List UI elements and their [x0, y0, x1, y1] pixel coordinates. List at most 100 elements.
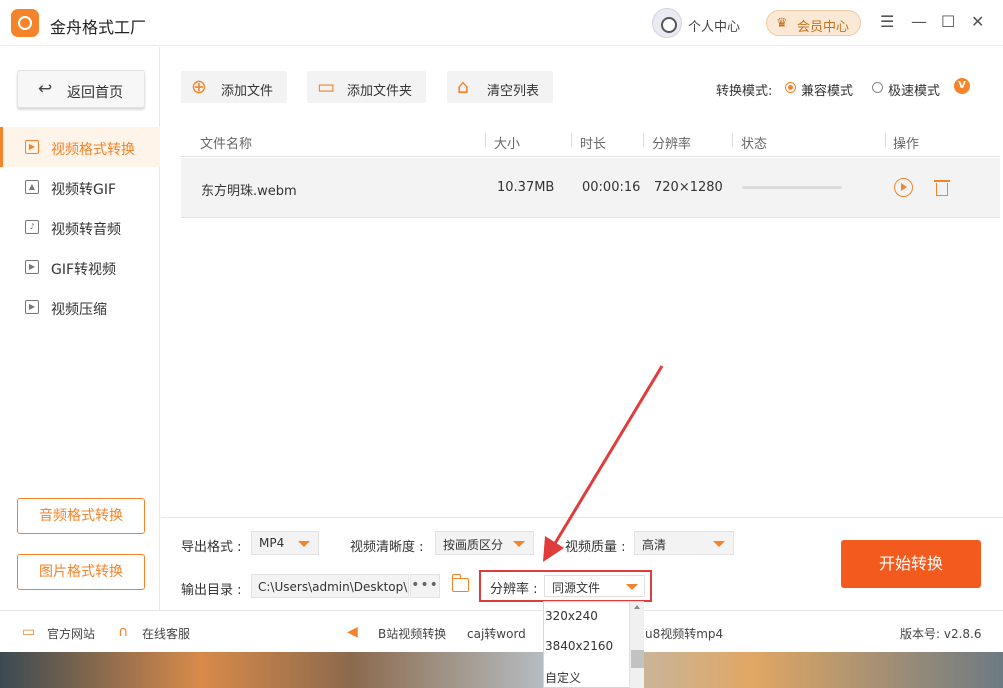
output-settings: 导出格式 : MP4 视频清晰度 : 按画质区分 视频质量 : 高清 输出目录 …: [161, 517, 1003, 610]
dropdown-option[interactable]: 自定义: [545, 669, 581, 686]
file-size: 10.37MB: [497, 180, 555, 195]
fast-mode-radio[interactable]: [872, 82, 883, 93]
audio-convert-button[interactable]: 音频格式转换: [17, 498, 145, 534]
folder-icon: ▭: [317, 76, 335, 98]
broom-icon: ⌂: [457, 76, 470, 98]
menu-icon[interactable]: ☰: [880, 12, 894, 31]
clear-list-label: 清空列表: [487, 84, 540, 99]
status-bar: ▭ 官方网站 ∩ 在线客服 ◀ B站视频转换 caj转word u8视频转mp4…: [0, 610, 1003, 652]
folder-icon[interactable]: [452, 574, 469, 592]
sidebar-item-video-convert[interactable]: ▶ 视频格式转换: [0, 127, 160, 167]
column-divider: [485, 133, 486, 147]
export-format-value: MP4: [259, 536, 285, 550]
monitor-icon: ▭: [22, 624, 36, 640]
official-website-link[interactable]: 官方网站: [47, 625, 95, 642]
sidebar-item-video-to-gif[interactable]: ▲ 视频转GIF: [0, 167, 160, 207]
video-icon: ▶: [25, 140, 39, 154]
output-path-value: C:\Users\admin\Desktop\: [258, 580, 408, 594]
quality-select[interactable]: 高清: [634, 531, 734, 555]
add-folder-label: 添加文件夹: [347, 84, 413, 99]
clear-list-button[interactable]: ⌂ 清空列表: [447, 71, 553, 103]
app-title: 金舟格式工厂: [50, 18, 147, 37]
online-support-link[interactable]: 在线客服: [142, 625, 190, 642]
personal-center-link[interactable]: 个人中心: [688, 16, 740, 35]
sidebar-item-video-compress[interactable]: ▶ 视频压缩: [0, 287, 160, 327]
maximize-icon[interactable]: ☐: [941, 12, 955, 31]
back-home-button[interactable]: ↩ 返回首页: [17, 70, 145, 108]
promo-link-u8[interactable]: u8视频转mp4: [645, 625, 723, 642]
export-format-select[interactable]: MP4: [251, 531, 319, 555]
column-divider: [571, 133, 572, 147]
clarity-select[interactable]: 按画质区分: [435, 531, 534, 555]
minimize-icon[interactable]: —: [911, 12, 927, 31]
vip-badge-icon: V: [954, 78, 970, 94]
quality-label: 视频质量 :: [565, 540, 626, 555]
sidebar-item-video-to-audio[interactable]: ♪ 视频转音频: [0, 207, 160, 247]
quality-value: 高清: [642, 538, 667, 552]
back-arrow-icon: ↩: [38, 79, 53, 99]
compress-icon: ▶: [25, 300, 39, 314]
file-resolution: 720×1280: [654, 180, 723, 195]
title-bar: 金舟格式工厂 个人中心 ♛ 会员中心 ☰ — ☐ ✕: [0, 0, 1003, 46]
scroll-up-icon[interactable]: [634, 605, 640, 609]
column-divider: [643, 133, 644, 147]
compatible-mode-radio[interactable]: [785, 82, 796, 93]
megaphone-icon: ◀: [347, 624, 358, 640]
browse-dots-button[interactable]: •••: [410, 574, 440, 598]
member-center-button[interactable]: ♛ 会员中心: [766, 10, 861, 36]
column-divider: [732, 133, 733, 147]
compatible-mode-label[interactable]: 兼容模式: [801, 80, 853, 99]
sidebar-item-label: 视频转GIF: [51, 182, 117, 198]
fast-mode-label[interactable]: 极速模式: [888, 80, 940, 99]
resolution-value: 同源文件: [552, 581, 601, 595]
output-path-field[interactable]: C:\Users\admin\Desktop\: [251, 574, 409, 598]
member-center-label: 会员中心: [797, 20, 850, 35]
resolution-select[interactable]: 同源文件: [544, 575, 645, 597]
play-icon[interactable]: [894, 178, 913, 197]
dropdown-option[interactable]: 320x240: [545, 609, 598, 623]
main-panel: ⊕ 添加文件 ▭ 添加文件夹 ⌂ 清空列表 转换模式: 兼容模式 极速模式 V …: [161, 47, 1003, 610]
file-name: 东方明珠.webm: [201, 184, 297, 199]
header-duration: 时长: [580, 137, 607, 152]
clarity-label: 视频清晰度 :: [350, 540, 424, 555]
plus-circle-icon: ⊕: [191, 76, 207, 98]
output-dir-label: 输出目录 :: [181, 583, 242, 598]
add-file-button[interactable]: ⊕ 添加文件: [181, 71, 287, 103]
app-logo-icon: [11, 9, 39, 37]
trash-icon[interactable]: [934, 178, 950, 197]
sidebar-item-label: 视频压缩: [51, 302, 107, 318]
music-icon: ♪: [25, 220, 39, 234]
file-duration: 00:00:16: [582, 180, 641, 195]
sidebar-item-gif-to-video[interactable]: ▶ GIF转视频: [0, 247, 160, 287]
chevron-down-icon: [626, 584, 638, 590]
image-convert-button[interactable]: 图片格式转换: [17, 554, 145, 590]
promo-link-bilibili[interactable]: B站视频转换: [378, 625, 446, 642]
crown-icon: ♛: [776, 16, 788, 31]
header-name: 文件名称: [200, 137, 253, 152]
sidebar-item-label: GIF转视频: [51, 262, 117, 278]
mode-label: 转换模式:: [716, 84, 773, 99]
chevron-down-icon: [713, 541, 725, 547]
table-row[interactable]: 东方明珠.webm 10.37MB 00:00:16 720×1280: [181, 158, 1000, 218]
dropdown-scrollbar[interactable]: [629, 602, 644, 688]
dropdown-option[interactable]: 3840x2160: [545, 639, 613, 653]
header-size: 大小: [494, 137, 521, 152]
close-icon[interactable]: ✕: [971, 12, 984, 31]
sidebar: ↩ 返回首页 ▶ 视频格式转换 ▲ 视频转GIF ♪ 视频转音频 ▶ GIF转视…: [0, 47, 160, 610]
export-format-label: 导出格式 :: [181, 540, 242, 555]
resolution-highlight: 分辨率 : 同源文件: [479, 570, 652, 602]
sidebar-item-label: 视频转音频: [51, 222, 121, 238]
play-file-icon: ▶: [25, 260, 39, 274]
table-header: 文件名称 大小 时长 分辨率 状态 操作: [181, 125, 1000, 157]
resolution-dropdown-list: 320x240 3840x2160 自定义: [543, 601, 644, 688]
start-convert-button[interactable]: 开始转换: [841, 540, 981, 588]
chevron-down-icon: [513, 541, 525, 547]
chevron-down-icon: [298, 541, 310, 547]
scrollbar-thumb[interactable]: [631, 650, 644, 668]
avatar[interactable]: [652, 8, 682, 38]
conversion-progress-bar: [742, 186, 842, 189]
add-folder-button[interactable]: ▭ 添加文件夹: [307, 71, 426, 103]
header-resolution: 分辨率: [652, 137, 692, 152]
resolution-label: 分辨率 :: [490, 582, 538, 597]
promo-link-caj[interactable]: caj转word: [467, 625, 526, 642]
